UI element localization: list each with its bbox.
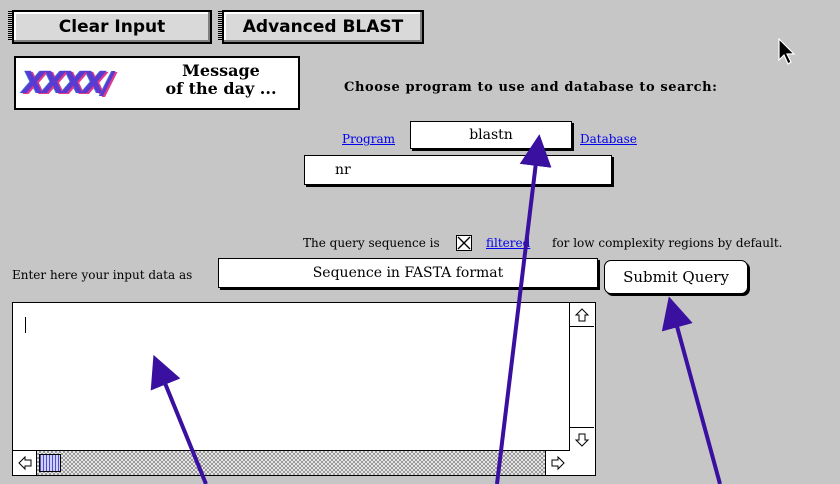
- program-database-heading: Choose program to use and database to se…: [344, 80, 718, 95]
- scroll-left-icon[interactable]: [13, 451, 37, 475]
- horizontal-scrollbar[interactable]: [13, 450, 569, 475]
- motd-line-1: Message: [182, 61, 260, 80]
- scroll-up-icon[interactable]: [570, 303, 594, 327]
- program-link[interactable]: Program: [342, 132, 395, 146]
- clear-input-button[interactable]: Clear Input: [8, 10, 212, 44]
- filtered-link[interactable]: filtered: [486, 236, 530, 250]
- database-select-value: nr: [335, 162, 351, 178]
- advanced-blast-button[interactable]: Advanced BLAST: [218, 10, 424, 44]
- database-link[interactable]: Database: [580, 132, 637, 146]
- program-select-value: blastn: [469, 127, 513, 143]
- motd-text: Message of the day ...: [146, 62, 296, 98]
- motd-logo: XXXX/: [22, 66, 113, 101]
- filter-suffix-text: for low complexity regions by default.: [552, 236, 783, 250]
- pointer-cursor-icon: [778, 38, 796, 65]
- filter-checkbox[interactable]: [456, 235, 472, 251]
- filter-prefix-text: The query sequence is: [303, 236, 440, 250]
- scroll-down-icon[interactable]: [570, 427, 594, 451]
- checkbox-x-icon: [457, 236, 471, 250]
- input-format-select[interactable]: Sequence in FASTA format: [218, 258, 598, 288]
- scroll-right-icon[interactable]: [545, 451, 569, 475]
- program-select[interactable]: blastn: [410, 121, 572, 149]
- submit-query-button[interactable]: Submit Query: [604, 260, 748, 294]
- input-format-value: Sequence in FASTA format: [312, 265, 504, 281]
- database-select[interactable]: nr: [304, 155, 612, 185]
- horizontal-scroll-thumb[interactable]: [39, 454, 61, 472]
- message-of-the-day-banner[interactable]: XXXX/ Message of the day ...: [14, 56, 300, 110]
- motd-line-2: of the day ...: [165, 79, 277, 98]
- vertical-scrollbar[interactable]: [569, 303, 595, 451]
- text-caret: [25, 317, 26, 333]
- sequence-textarea[interactable]: [12, 302, 596, 476]
- input-format-label: Enter here your input data as: [12, 268, 193, 282]
